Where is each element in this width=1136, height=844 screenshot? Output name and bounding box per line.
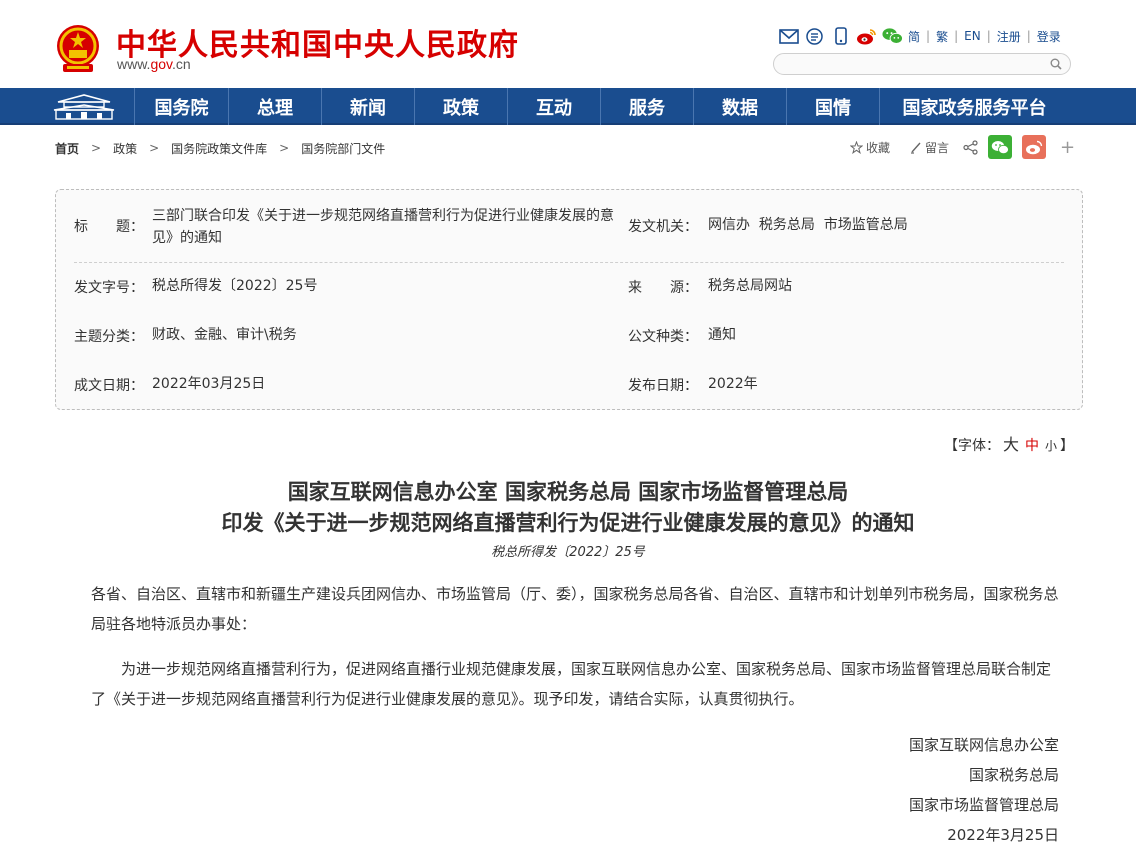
issuer-value: 网信办 税务总局 市场监管总局	[708, 217, 908, 233]
row-divider	[74, 262, 1064, 263]
title-value: 三部门联合印发《关于进一步规范网络直播营利行为促进行业健康发展的意见》的通知	[152, 208, 614, 246]
nav-item-services[interactable]: 服务	[600, 88, 693, 125]
lang-simplified-link[interactable]: 简	[908, 28, 920, 45]
font-size-prefix: 【字体：	[944, 438, 1000, 454]
more-share-button[interactable]: +	[1060, 137, 1075, 158]
header-tools: 简 | 繁 | EN | 注册 | 登录	[778, 26, 1061, 46]
font-size-large[interactable]: 大	[1003, 435, 1019, 454]
source-value: 税务总局网站	[708, 278, 792, 294]
comment-label: 留言	[925, 140, 950, 155]
tools-separator: |	[986, 29, 991, 43]
issuer-label: 发文机关：	[628, 219, 698, 235]
weibo-icon	[1026, 140, 1043, 154]
url-prefix: www.	[117, 56, 151, 72]
pencil-icon	[911, 142, 921, 154]
published-date-label: 发布日期：	[628, 378, 698, 394]
site-header: 中华人民共和国中央人民政府 www.gov.cn 简 | 繁 | EN | 注册…	[0, 0, 1136, 88]
collect-button[interactable]: 收藏	[850, 139, 890, 156]
rss-icon[interactable]	[804, 27, 825, 45]
register-link[interactable]: 注册	[997, 28, 1021, 45]
national-emblem-icon[interactable]	[55, 24, 101, 74]
breadcrumb-arrow: >	[279, 141, 290, 155]
tiananmen-icon[interactable]	[52, 93, 116, 121]
login-link[interactable]: 登录	[1037, 28, 1061, 45]
url-gov: gov	[150, 56, 172, 72]
search-input[interactable]	[784, 56, 1044, 72]
published-date-value: 2022年	[708, 376, 758, 392]
tools-separator: |	[1026, 29, 1031, 43]
nav-item-state-council[interactable]: 国务院	[134, 88, 228, 125]
share-bar: 收藏 留言 +	[850, 134, 1075, 160]
nav-item-service-platform[interactable]: 国家政务服务平台	[879, 88, 1069, 125]
breadcrumb: 首页 > 政策 > 国务院政策文件库 > 国务院部门文件	[55, 139, 385, 157]
document-info-box: 标 题： 三部门联合印发《关于进一步规范网络直播营利行为促进行业健康发展的意见》…	[55, 189, 1083, 410]
nav-menu: 国务院 总理 新闻 政策 互动 服务 数据 国情 国家政务服务平台	[134, 88, 1069, 125]
nav-item-news[interactable]: 新闻	[321, 88, 414, 125]
comment-button[interactable]: 留言	[910, 139, 949, 156]
main-nav: 国务院 总理 新闻 政策 互动 服务 数据 国情 国家政务服务平台	[0, 88, 1136, 125]
signer: 国家税务总局	[968, 766, 1059, 784]
breadcrumb-arrow: >	[91, 141, 102, 155]
signer: 国家互联网信息办公室	[908, 736, 1059, 754]
article-title-line2: 印发《关于进一步规范网络直播营利行为促进行业健康发展的意见》的通知	[221, 510, 915, 535]
font-size-small[interactable]: 小	[1045, 439, 1057, 453]
weibo-icon[interactable]	[856, 27, 877, 45]
breadcrumb-home[interactable]: 首页	[55, 140, 79, 157]
breadcrumb-policy[interactable]: 政策	[113, 140, 137, 157]
written-date-label: 成文日期：	[74, 378, 144, 394]
tools-separator: |	[926, 29, 931, 43]
collect-label: 收藏	[866, 140, 891, 155]
info-row: 成文日期： 2022年03月25日 发布日期： 2022年	[74, 375, 1064, 405]
type-value: 通知	[708, 327, 736, 343]
nav-item-interaction[interactable]: 互动	[507, 88, 600, 125]
breadcrumb-department-docs[interactable]: 国务院部门文件	[301, 140, 385, 157]
nav-item-premier[interactable]: 总理	[228, 88, 321, 125]
search-box	[773, 53, 1071, 75]
lang-english-link[interactable]: EN	[964, 29, 981, 43]
type-label: 公文种类：	[628, 329, 698, 345]
title-label: 标 题：	[74, 219, 144, 235]
article-body: 为进一步规范网络直播营利行为，促进网络直播行业规范健康发展，国家互联网信息办公室…	[91, 660, 1052, 708]
docno-label: 发文字号：	[74, 280, 144, 296]
article-title-line1: 国家互联网信息办公室 国家税务总局 国家市场监督管理总局	[287, 479, 849, 504]
topic-value: 财政、金融、审计\税务	[152, 327, 297, 343]
wechat-icon	[991, 140, 1009, 154]
breadcrumb-arrow: >	[149, 141, 160, 155]
site-url[interactable]: www.gov.cn	[117, 56, 191, 72]
share-weibo-button[interactable]	[1022, 135, 1047, 159]
docno-value: 税总所得发〔2022〕25号	[152, 278, 318, 294]
nav-item-policy[interactable]: 政策	[414, 88, 507, 125]
font-size-switcher: 【字体：大中小】	[944, 431, 1074, 455]
signer: 国家市场监督管理总局	[908, 796, 1059, 814]
star-icon	[850, 140, 863, 154]
tools-separator: |	[954, 29, 959, 43]
topic-label: 主题分类：	[74, 329, 144, 345]
info-row: 主题分类： 财政、金融、审计\税务 公文种类： 通知	[74, 326, 1064, 356]
font-size-suffix: 】	[1060, 438, 1075, 454]
share-icon[interactable]	[963, 139, 978, 155]
search-icon[interactable]	[1050, 58, 1062, 70]
written-date-value: 2022年03月25日	[152, 376, 266, 392]
font-size-medium[interactable]: 中	[1025, 438, 1039, 454]
nav-item-national-conditions[interactable]: 国情	[786, 88, 879, 125]
mail-icon[interactable]	[778, 27, 799, 45]
wechat-icon[interactable]	[882, 27, 903, 45]
nav-item-data[interactable]: 数据	[693, 88, 786, 125]
info-row: 发文字号： 税总所得发〔2022〕25号 来 源： 税务总局网站	[74, 277, 1064, 307]
url-suffix: .cn	[172, 56, 191, 72]
article-doc-number: 税总所得发〔2022〕25号	[491, 545, 645, 560]
share-wechat-button[interactable]	[988, 135, 1013, 159]
source-label: 来 源：	[628, 280, 698, 296]
article-recipients: 各省、自治区、直辖市和新疆生产建设兵团网信办、市场监管局（厅、委），国家税务总局…	[91, 585, 1059, 633]
lang-traditional-link[interactable]: 繁	[936, 28, 948, 45]
mobile-icon[interactable]	[830, 27, 851, 45]
breadcrumb-policy-library[interactable]: 国务院政策文件库	[171, 140, 267, 157]
article-date: 2022年3月25日	[947, 826, 1059, 844]
info-row: 标 题： 三部门联合印发《关于进一步规范网络直播营利行为促进行业健康发展的意见》…	[74, 204, 1064, 263]
